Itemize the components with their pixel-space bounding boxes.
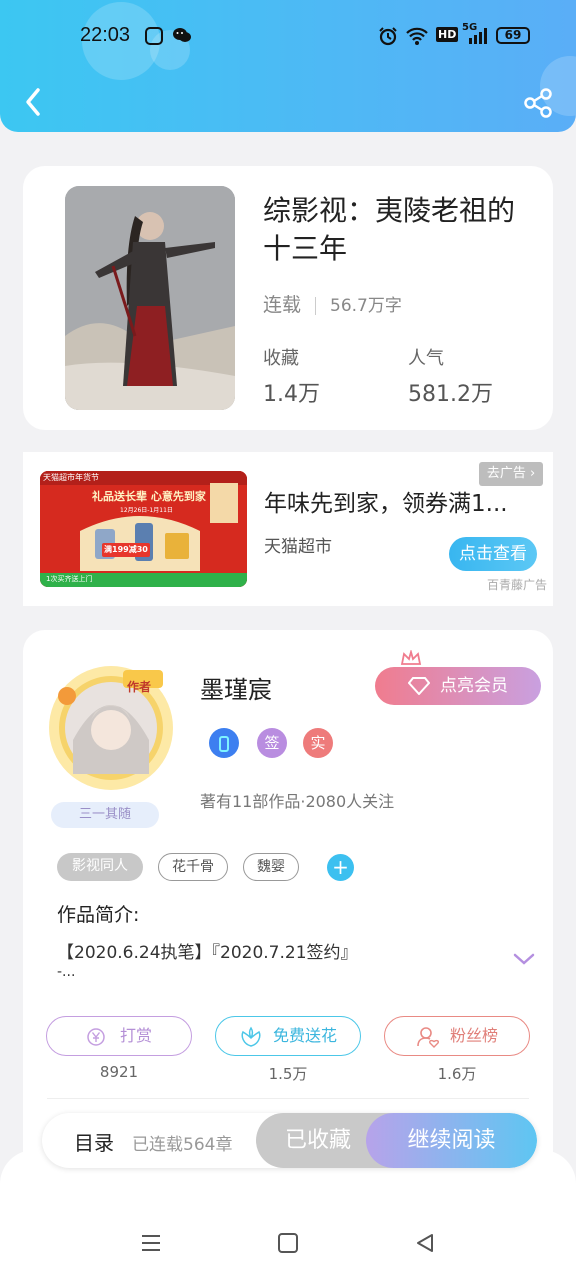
back-nav-icon[interactable]	[414, 1232, 436, 1254]
author-card: 作者 三一其随 墨瑾宸 点亮会员 签 实 著有11部作品·2080人关注 影视同…	[23, 630, 553, 1190]
fan-count: 1.6万	[437, 1065, 477, 1083]
author-avatar[interactable]: 作者 三一其随	[43, 650, 193, 828]
collected-label: 已收藏	[284, 1128, 351, 1153]
divider	[47, 1098, 529, 1099]
menu-nav-icon[interactable]	[140, 1232, 162, 1254]
diamond-icon	[407, 677, 431, 696]
avatar-label: 三一其随	[51, 802, 159, 828]
send-flower-button[interactable]: 免费送花	[215, 1016, 361, 1056]
book-status: 连载	[263, 294, 302, 316]
tag-chip[interactable]: 影视同人	[57, 853, 143, 881]
app-notification-icon	[145, 27, 163, 45]
phone-icon	[219, 735, 229, 752]
send-flower-label: 免费送花	[272, 1026, 337, 1045]
signed-badge: 签	[257, 728, 287, 758]
signal-icon	[469, 28, 487, 44]
battery-icon: 69	[496, 27, 530, 44]
ad-banner-line: 礼品送长辈 心意先到家	[92, 490, 206, 503]
ad-image[interactable]: 天猫超市年货节 礼品送长辈 心意先到家 12月26日-1月11日 满199减30…	[40, 471, 247, 587]
verified-badge: 实	[303, 728, 333, 758]
ad-banner-top: 天猫超市年货节	[43, 473, 99, 482]
ad-title[interactable]: 年味先到家，领券满1...	[264, 484, 508, 518]
ad-banner-bottom: 1次买齐送上门	[46, 575, 93, 583]
intro-text: 【2020.6.24执笔】『2020.7.21签约』	[57, 943, 358, 963]
tip-label: 打赏	[119, 1026, 152, 1045]
toc-button[interactable]: 目录	[74, 1127, 114, 1156]
chevron-down-icon[interactable]	[513, 952, 535, 966]
book-word-count: 56.7万字	[330, 296, 402, 316]
fan-ranking-button[interactable]: 粉丝榜	[384, 1016, 530, 1056]
tip-button[interactable]: 打赏	[46, 1016, 192, 1056]
fan-user-icon	[417, 1026, 439, 1048]
book-cover[interactable]	[65, 186, 235, 410]
chapter-count[interactable]: 已连载564章	[132, 1130, 232, 1155]
ad-provider-mark: 百青藤广告	[487, 578, 548, 592]
author-stats: 著有11部作品·2080人关注	[200, 792, 395, 811]
continue-reading-button[interactable]: 继续阅读	[366, 1113, 537, 1168]
share-icon[interactable]	[522, 86, 556, 120]
status-time: 22:03	[80, 24, 131, 46]
crown-icon	[400, 650, 422, 665]
ad-close-button[interactable]: 去广告 ›	[479, 462, 543, 486]
writer-level-badge	[209, 728, 239, 758]
ad-banner-date: 12月26日-1月11日	[120, 507, 173, 514]
vip-button[interactable]: 点亮会员	[375, 667, 541, 705]
popularity-value: 581.2万	[408, 382, 493, 407]
vip-button-label: 点亮会员	[440, 676, 508, 696]
book-meta: 连载 56.7万字	[263, 290, 402, 317]
tip-count: 8921	[99, 1063, 139, 1081]
ad-banner-promo: 满199减30	[104, 545, 148, 554]
alarm-icon	[379, 27, 397, 46]
intro-heading: 作品简介:	[57, 904, 140, 926]
ad-banner[interactable]: 天猫超市年货节 礼品送长辈 心意先到家 12月26日-1月11日 满199减30…	[23, 452, 553, 606]
book-info-card: 综影视：夷陵老祖的十三年 连载 56.7万字 收藏 1.4万 人气 581.2万	[23, 166, 553, 430]
status-bar: 22:03 HD 5G 69	[0, 0, 576, 72]
avatar-tag: 作者	[127, 680, 152, 694]
wifi-icon	[406, 27, 428, 45]
home-nav-icon[interactable]	[277, 1232, 299, 1254]
favorites-label: 收藏	[263, 348, 299, 369]
ad-view-button[interactable]: 点击查看	[449, 537, 537, 571]
bottom-sheet	[0, 1150, 576, 1280]
flower-icon	[241, 1026, 261, 1047]
hd-badge: HD	[436, 27, 459, 42]
meta-divider	[315, 296, 317, 315]
flower-count: 1.5万	[268, 1065, 308, 1083]
popularity-label: 人气	[408, 348, 444, 369]
intro-text-more: -...	[57, 964, 76, 980]
book-title: 综影视：夷陵老祖的十三年	[263, 194, 516, 265]
ad-source: 天猫超市	[264, 537, 332, 557]
wechat-icon	[173, 28, 191, 42]
cover-illustration	[65, 186, 235, 410]
ad-close-label: 去广告	[486, 466, 526, 481]
yen-coin-icon	[87, 1027, 105, 1046]
author-name[interactable]: 墨瑾宸	[200, 670, 272, 705]
avatar-frame	[49, 666, 173, 790]
fan-ranking-label: 粉丝榜	[449, 1026, 498, 1045]
back-icon[interactable]	[20, 84, 50, 120]
favorites-value: 1.4万	[263, 382, 320, 407]
tag-chip[interactable]: 花千骨	[158, 853, 228, 881]
add-tag-button[interactable]: +	[327, 854, 354, 881]
tag-chip[interactable]: 魏婴	[243, 853, 299, 881]
reading-action-bar: 目录 已连载564章 已收藏 继续阅读	[42, 1113, 537, 1168]
